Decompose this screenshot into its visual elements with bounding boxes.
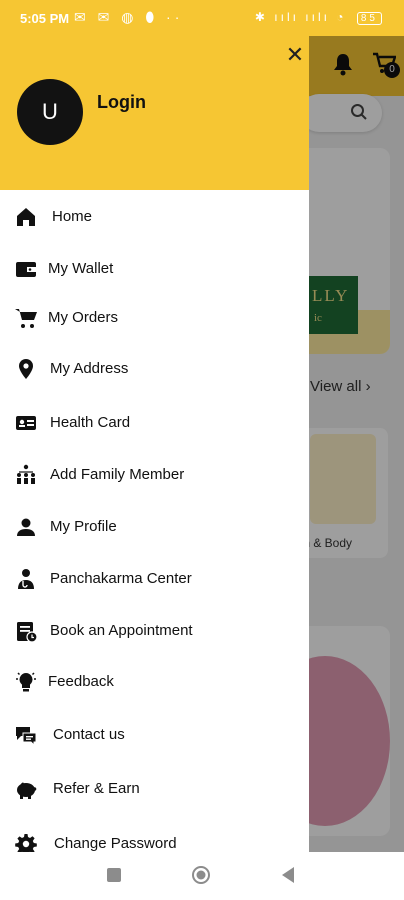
family-tree-icon [14, 463, 38, 487]
chat-bubble-icon [14, 723, 38, 747]
signal-icons: ✱ ıılı ıılı ◔ 85 [255, 10, 382, 25]
status-time: 5:05 PM [20, 11, 70, 26]
menu-item-label: My Orders [48, 309, 119, 326]
notification-icons: ✉ ✉ ◍ ⬮ ·· [74, 9, 184, 25]
back-button[interactable] [282, 867, 294, 883]
wallet-icon [14, 257, 38, 281]
id-card-icon [14, 411, 38, 435]
menu-item-home[interactable]: Home [0, 194, 309, 240]
battery-icon: 85 [356, 12, 382, 25]
recents-button[interactable] [107, 868, 121, 882]
status-bar: 5:05 PM ✉ ✉ ◍ ⬮ ·· ✱ ıılı ıılı ◔ 85 [0, 0, 404, 36]
location-pin-icon [14, 357, 38, 381]
piggy-bank-icon [14, 777, 38, 801]
menu-item-label: Add Family Member [50, 466, 185, 483]
menu-item-label: My Address [50, 360, 129, 377]
menu-item-health-card[interactable]: Health Card [0, 400, 309, 446]
menu-item-refer-and-earn[interactable]: Refer & Earn [0, 766, 309, 812]
menu-item-label: Panchakarma Center [50, 570, 192, 587]
menu-item-label: Change Password [54, 835, 177, 852]
navigation-drawer: U Login ✕ Home My Wallet My Orders My Ad… [0, 36, 309, 852]
menu-item-contact-us[interactable]: Contact us [0, 712, 309, 758]
avatar[interactable]: U [17, 79, 83, 145]
menu-item-feedback[interactable]: Feedback [0, 659, 309, 705]
menu-item-label: Feedback [48, 673, 114, 690]
drawer-header: U Login ✕ [0, 36, 309, 190]
appointment-icon [14, 619, 38, 643]
lightbulb-icon [14, 670, 38, 694]
menu-item-label: Refer & Earn [53, 780, 140, 797]
menu-item-my-profile[interactable]: My Profile [0, 504, 309, 550]
menu-item-label: My Profile [50, 518, 117, 535]
home-icon [14, 205, 38, 229]
login-link[interactable]: Login [97, 92, 146, 113]
menu-item-book-an-appointment[interactable]: Book an Appointment [0, 608, 309, 654]
person-icon [14, 515, 38, 539]
menu-item-change-password[interactable]: Change Password [0, 821, 309, 852]
menu-item-label: Contact us [53, 726, 125, 743]
connectivity-icons: ✱ ıılı ıılı ◔ [254, 10, 347, 24]
close-icon[interactable]: ✕ [280, 40, 309, 70]
menu-item-panchakarma-center[interactable]: Panchakarma Center [0, 556, 309, 602]
menu-item-my-orders[interactable]: My Orders [0, 295, 309, 341]
menu-item-add-family-member[interactable]: Add Family Member [0, 452, 309, 498]
menu-item-label: My Wallet [48, 260, 114, 277]
menu-item-label: Health Card [50, 414, 131, 431]
menu-item-my-address[interactable]: My Address [0, 346, 309, 392]
cart-icon [14, 306, 38, 330]
doctor-icon [14, 567, 38, 591]
menu-item-label: Home [52, 208, 93, 225]
system-nav-bar [0, 852, 404, 900]
menu-item-label: Book an Appointment [50, 622, 193, 639]
home-button[interactable] [191, 865, 211, 885]
gear-icon [14, 832, 38, 852]
menu-item-my-wallet[interactable]: My Wallet [0, 246, 309, 292]
